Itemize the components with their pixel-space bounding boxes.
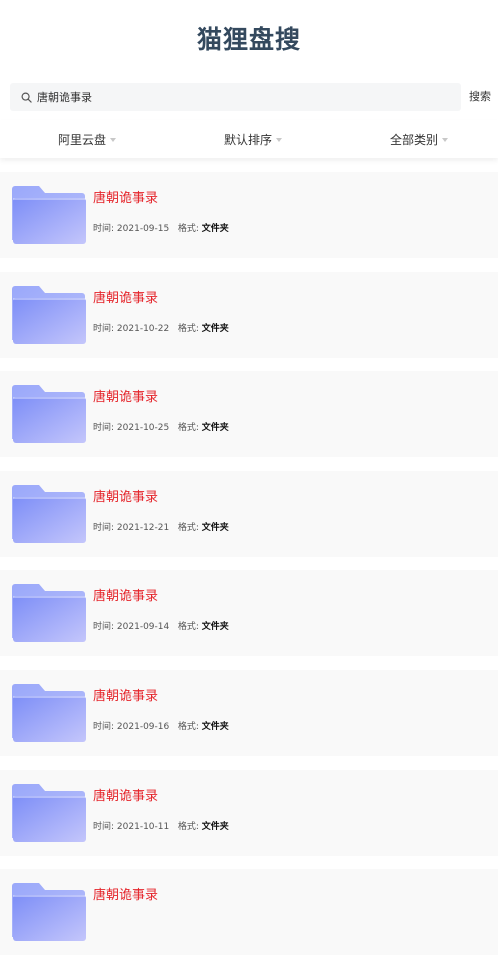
format-label: 格式: [177, 324, 199, 334]
result-meta: 时间: 2021-10-25 格式: 文件夹 [93, 420, 229, 433]
result-format: 文件夹 [201, 822, 229, 832]
list-item[interactable]: 唐朝诡事录时间: 2021-10-11 格式: 文件夹 [0, 770, 498, 856]
filter-bar: 阿里云盘 默认排序 全部类别 [0, 120, 498, 158]
format-label: 格式: [177, 722, 199, 732]
filter-source-label: 阿里云盘 [58, 133, 107, 147]
result-title[interactable]: 唐朝诡事录 [93, 585, 158, 604]
result-meta: 时间: 2021-10-22 格式: 文件夹 [93, 321, 229, 334]
time-label: 时间: [93, 523, 115, 533]
filter-category[interactable]: 全部类别 [390, 131, 449, 148]
result-format: 文件夹 [201, 622, 229, 632]
time-label: 时间: [93, 224, 115, 234]
list-item[interactable]: 唐朝诡事录时间: 2021-10-25 格式: 文件夹 [0, 371, 498, 457]
time-label: 时间: [93, 722, 115, 732]
result-title[interactable]: 唐朝诡事录 [93, 187, 158, 206]
time-label: 时间: [93, 622, 115, 632]
result-date: 2021-10-25 [116, 423, 170, 433]
search-button[interactable]: 搜索 [469, 88, 491, 104]
result-title[interactable]: 唐朝诡事录 [93, 386, 158, 405]
result-format: 文件夹 [201, 423, 229, 433]
result-date: 2021-12-21 [116, 523, 170, 533]
result-meta: 时间: 2021-10-11 格式: 文件夹 [93, 819, 229, 832]
search-box[interactable] [10, 83, 461, 111]
result-meta: 时间: 2021-09-15 格式: 文件夹 [93, 221, 229, 234]
list-item[interactable]: 唐朝诡事录时间: 2021-12-21 格式: 文件夹 [0, 471, 498, 557]
folder-icon [12, 383, 86, 449]
folder-icon [12, 184, 86, 250]
result-format: 文件夹 [201, 324, 229, 334]
folder-icon [12, 782, 86, 848]
filter-category-label: 全部类别 [390, 133, 439, 147]
format-label: 格式: [177, 822, 199, 832]
app-title: 猫狸盘搜 [196, 25, 301, 54]
caret-down-icon [276, 137, 283, 142]
result-title[interactable]: 唐朝诡事录 [93, 884, 158, 903]
search-icon [21, 92, 32, 103]
result-date: 2021-09-16 [116, 722, 170, 732]
list-item[interactable]: 唐朝诡事录时间: 2021-09-14 格式: 文件夹 [0, 570, 498, 656]
result-title[interactable]: 唐朝诡事录 [93, 287, 158, 306]
folder-icon [12, 483, 86, 549]
result-title[interactable]: 唐朝诡事录 [93, 486, 158, 505]
filter-sort[interactable]: 默认排序 [224, 131, 283, 148]
result-date: 2021-09-15 [116, 224, 170, 234]
list-item[interactable]: 唐朝诡事录时间: 2021-09-15 格式: 文件夹 [0, 172, 498, 258]
time-label: 时间: [93, 423, 115, 433]
result-format: 文件夹 [201, 722, 229, 732]
result-date: 2021-09-14 [116, 622, 170, 632]
list-item[interactable]: 唐朝诡事录 [0, 869, 498, 955]
folder-icon [12, 284, 86, 350]
result-format: 文件夹 [201, 224, 229, 234]
format-label: 格式: [177, 622, 199, 632]
format-label: 格式: [177, 523, 199, 533]
result-meta: 时间: 2021-12-21 格式: 文件夹 [93, 520, 229, 533]
format-label: 格式: [177, 224, 199, 234]
caret-down-icon [442, 137, 449, 142]
list-item[interactable]: 唐朝诡事录时间: 2021-09-16 格式: 文件夹 [0, 670, 498, 756]
caret-down-icon [110, 137, 117, 142]
folder-icon [12, 582, 86, 648]
filter-sort-label: 默认排序 [224, 133, 273, 147]
search-input[interactable] [37, 90, 437, 104]
folder-icon [12, 881, 86, 947]
list-item[interactable]: 唐朝诡事录时间: 2021-10-22 格式: 文件夹 [0, 272, 498, 358]
result-meta: 时间: 2021-09-16 格式: 文件夹 [93, 719, 229, 732]
result-date: 2021-10-11 [116, 822, 170, 832]
format-label: 格式: [177, 423, 199, 433]
result-meta: 时间: 2021-09-14 格式: 文件夹 [93, 619, 229, 632]
folder-icon [12, 682, 86, 748]
time-label: 时间: [93, 324, 115, 334]
filter-source[interactable]: 阿里云盘 [58, 131, 117, 148]
result-title[interactable]: 唐朝诡事录 [93, 785, 158, 804]
time-label: 时间: [93, 822, 115, 832]
result-title[interactable]: 唐朝诡事录 [93, 685, 158, 704]
result-date: 2021-10-22 [116, 324, 170, 334]
result-format: 文件夹 [201, 523, 229, 533]
